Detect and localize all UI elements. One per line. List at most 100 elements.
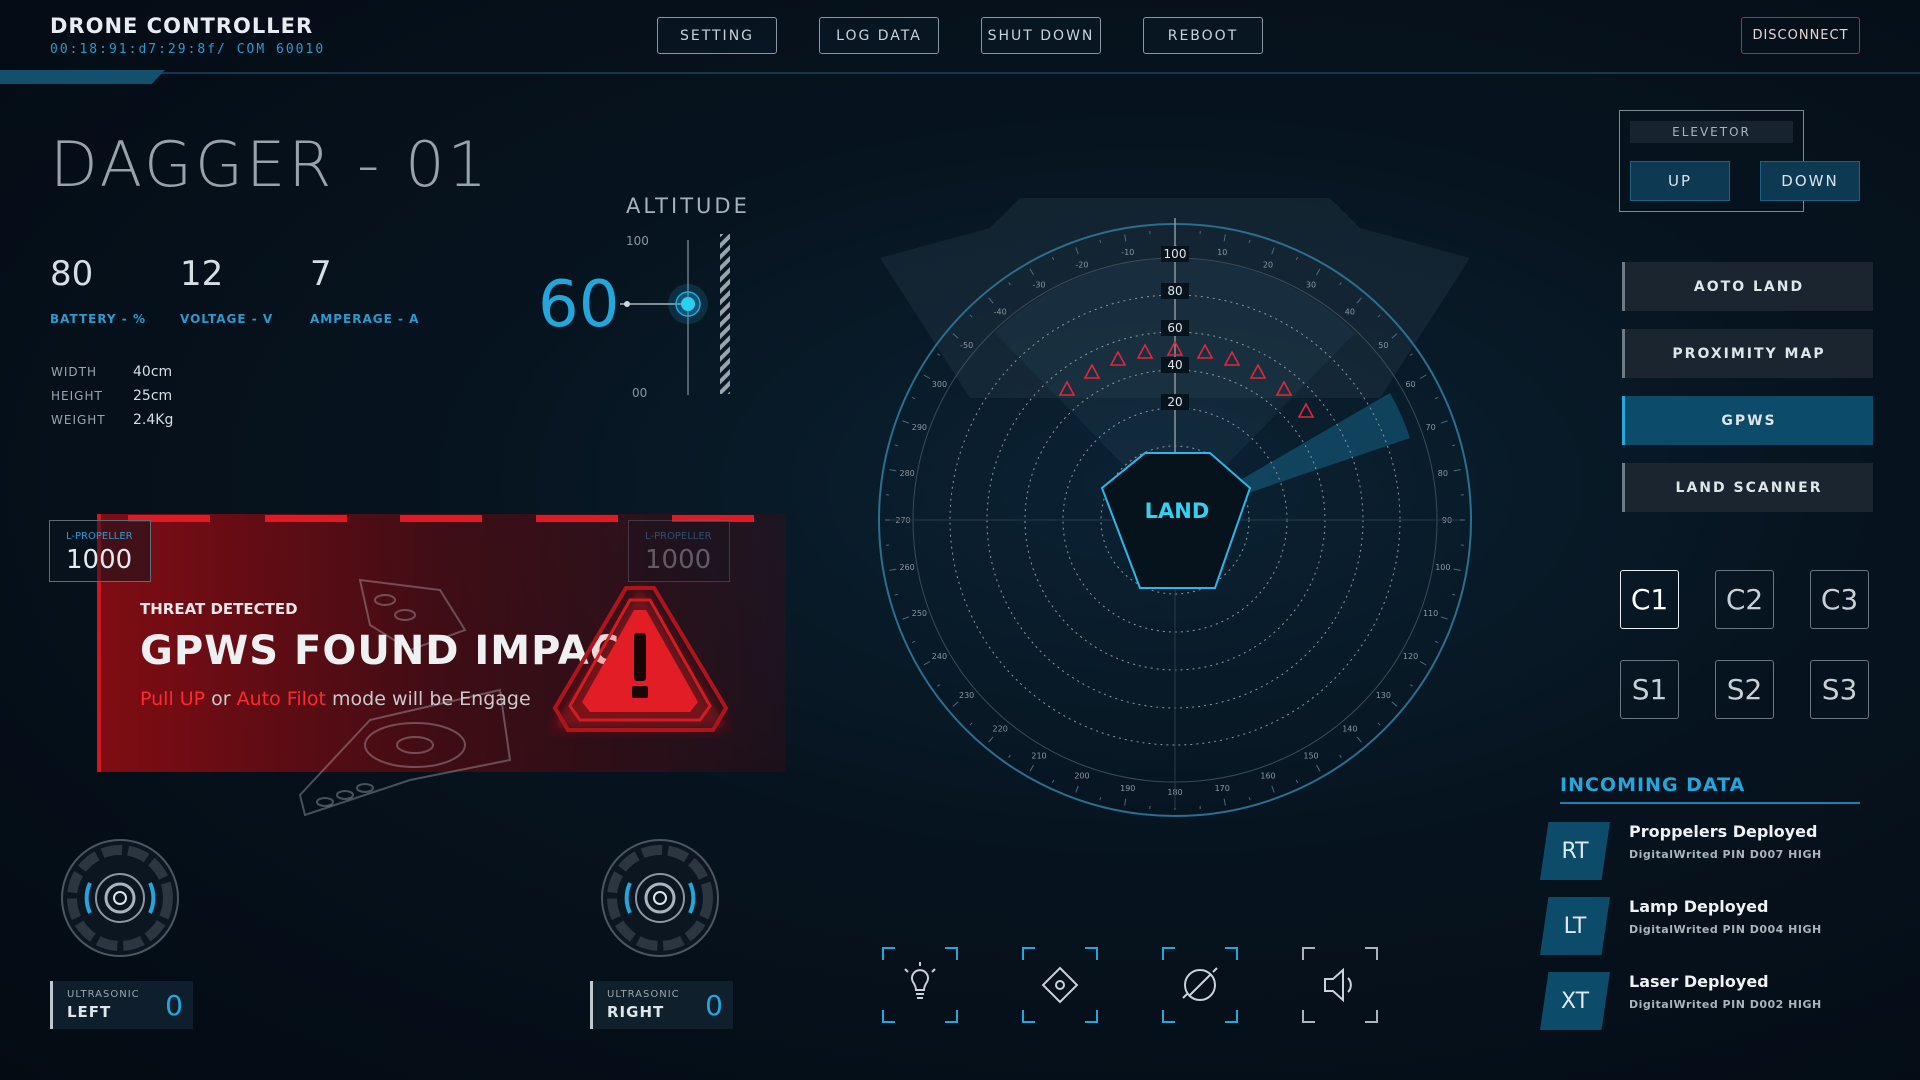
radar-bearing-label: 110 [1423, 609, 1438, 618]
elevator-up-button[interactable]: UP [1630, 161, 1730, 201]
radar-tick [1339, 754, 1342, 758]
incoming-item-sub: DigitalWrited PIN D002 HIGH [1629, 998, 1822, 1011]
incoming-item-sub: DigitalWrited PIN D007 HIGH [1629, 848, 1822, 861]
setting-button[interactable]: SETTING [657, 17, 777, 54]
radar-bearing-label: 290 [912, 423, 927, 432]
right-propeller-value: 1000 [645, 545, 712, 575]
radar-tick [1419, 374, 1427, 379]
radar-tick [1223, 798, 1226, 806]
altitude-title: ALTITUDE [626, 194, 750, 218]
channel-s1-button[interactable]: S1 [1620, 660, 1679, 719]
threat-msg-or: or [205, 688, 237, 710]
threat-dash [265, 515, 347, 522]
radar-bearing-label: -30 [1032, 280, 1045, 289]
radar-bearing-label: 190 [1120, 784, 1135, 793]
radar-range-label: 20 [1167, 395, 1182, 409]
width-value: 40cm [133, 364, 173, 380]
app-title: DRONE CONTROLLER [50, 14, 314, 38]
voltage-value: 12 [180, 254, 224, 294]
radar-tick [911, 640, 916, 644]
radar-tick [894, 593, 898, 596]
gpws-button[interactable]: GPWS [1622, 396, 1873, 445]
threat-message: Pull UP or Auto Filot mode will be Engag… [140, 688, 531, 710]
incoming-item-title: Lamp Deployed [1629, 897, 1769, 916]
radar-bearing-label: 20 [1263, 260, 1273, 269]
auto-land-button[interactable]: AOTO LAND [1622, 262, 1873, 311]
threat-msg-rest: mode will be Engage [326, 688, 531, 710]
radar-bearing-label: 160 [1260, 772, 1275, 781]
radar-bearing-label: 100 [1435, 563, 1450, 572]
drone-name: DAGGER - 01 [50, 128, 490, 201]
ultrasonic-left-small: ULTRASONIC [67, 989, 140, 1000]
radar-tick [1409, 353, 1413, 356]
disconnect-button[interactable]: DISCONNECT [1741, 17, 1860, 54]
radar-tick [1434, 640, 1439, 644]
radar-tick [1453, 568, 1461, 571]
left-propeller-value: 1000 [66, 545, 133, 575]
radar-tick [1029, 764, 1034, 772]
shut-down-button[interactable]: SHUT DOWN [981, 17, 1101, 54]
threat-heading: THREAT DETECTED [140, 600, 298, 618]
target-icon[interactable] [1021, 946, 1099, 1024]
amperage-value: 7 [310, 254, 332, 294]
elevator-panel: ELEVETOR UP DOWN [1619, 110, 1860, 212]
elevator-down-button[interactable]: DOWN [1760, 161, 1860, 201]
lamp-icon[interactable] [881, 946, 959, 1024]
radar-bearing-label: 10 [1217, 248, 1227, 257]
radar-bearing-label: -20 [1075, 260, 1088, 269]
radar-bearing-label: 140 [1342, 724, 1357, 733]
reboot-button[interactable]: REBOOT [1143, 17, 1263, 54]
height-value: 25cm [133, 388, 173, 404]
radar-bearing-label: 240 [932, 652, 947, 661]
log-data-button[interactable]: LOG DATA [819, 17, 939, 54]
radar-bearing-label: -40 [994, 308, 1007, 317]
channel-c1-button[interactable]: C1 [1620, 570, 1679, 629]
radar-bearing-label: 260 [899, 563, 914, 572]
channel-s3-button[interactable]: S3 [1810, 660, 1869, 719]
incoming-badge-xt: XT [1540, 972, 1610, 1030]
pull-up-text: Pull UP [140, 688, 206, 710]
battery-value: 80 [50, 254, 94, 294]
radar-tick [1440, 616, 1448, 620]
radar-threat-marker [1297, 402, 1315, 418]
radar-tick [1419, 661, 1427, 666]
warning-icon [552, 586, 729, 732]
altitude-knob[interactable] [681, 297, 695, 311]
battery-label: BATTERY - % [50, 312, 146, 326]
laser-icon[interactable] [1161, 946, 1239, 1024]
left-ultrasonic-sensor [61, 839, 179, 957]
channel-c2-button[interactable]: C2 [1715, 570, 1774, 629]
incoming-data-rule [1560, 802, 1860, 804]
threat-dash [400, 515, 482, 522]
radar-tick [1271, 785, 1275, 793]
incoming-badge-rt: RT [1540, 822, 1610, 880]
threat-dash [536, 515, 618, 522]
channel-c3-button[interactable]: C3 [1810, 570, 1869, 629]
radar-display: 0102030405060708090100110120130140150160… [878, 198, 1472, 817]
weight-value: 2.4Kg [133, 412, 174, 428]
radar-tick [1099, 797, 1102, 801]
channel-s2-button[interactable]: S2 [1715, 660, 1774, 719]
height-label: HEIGHT [51, 389, 103, 403]
speaker-icon[interactable] [1301, 946, 1379, 1024]
weight-label: WEIGHT [51, 413, 106, 427]
radar-tick [911, 396, 916, 400]
radar-tick [1316, 764, 1321, 772]
elevator-title: ELEVETOR [1630, 121, 1793, 143]
ultrasonic-left-label: LEFT [67, 1003, 112, 1021]
radar-tick [923, 661, 931, 666]
radar-bearing-label: 150 [1303, 752, 1318, 761]
ultrasonic-right-readout: ULTRASONIC RIGHT 0 [590, 981, 733, 1029]
radar-bearing-label: 50 [1378, 341, 1388, 350]
radar-bearing-label: 300 [932, 380, 947, 389]
radar-bearing-label: 170 [1215, 784, 1230, 793]
radar-tick [1391, 701, 1398, 707]
radar-bearing-label: 120 [1403, 652, 1418, 661]
incoming-data-title: INCOMING DATA [1560, 774, 1746, 796]
proximity-map-button[interactable]: PROXIMITY MAP [1622, 329, 1873, 378]
radar-tick [1295, 779, 1299, 784]
voltage-label: VOLTAGE - V [180, 312, 274, 326]
radar-tick [1452, 593, 1456, 596]
land-scanner-button[interactable]: LAND SCANNER [1622, 463, 1873, 512]
radar-tick [889, 568, 897, 571]
